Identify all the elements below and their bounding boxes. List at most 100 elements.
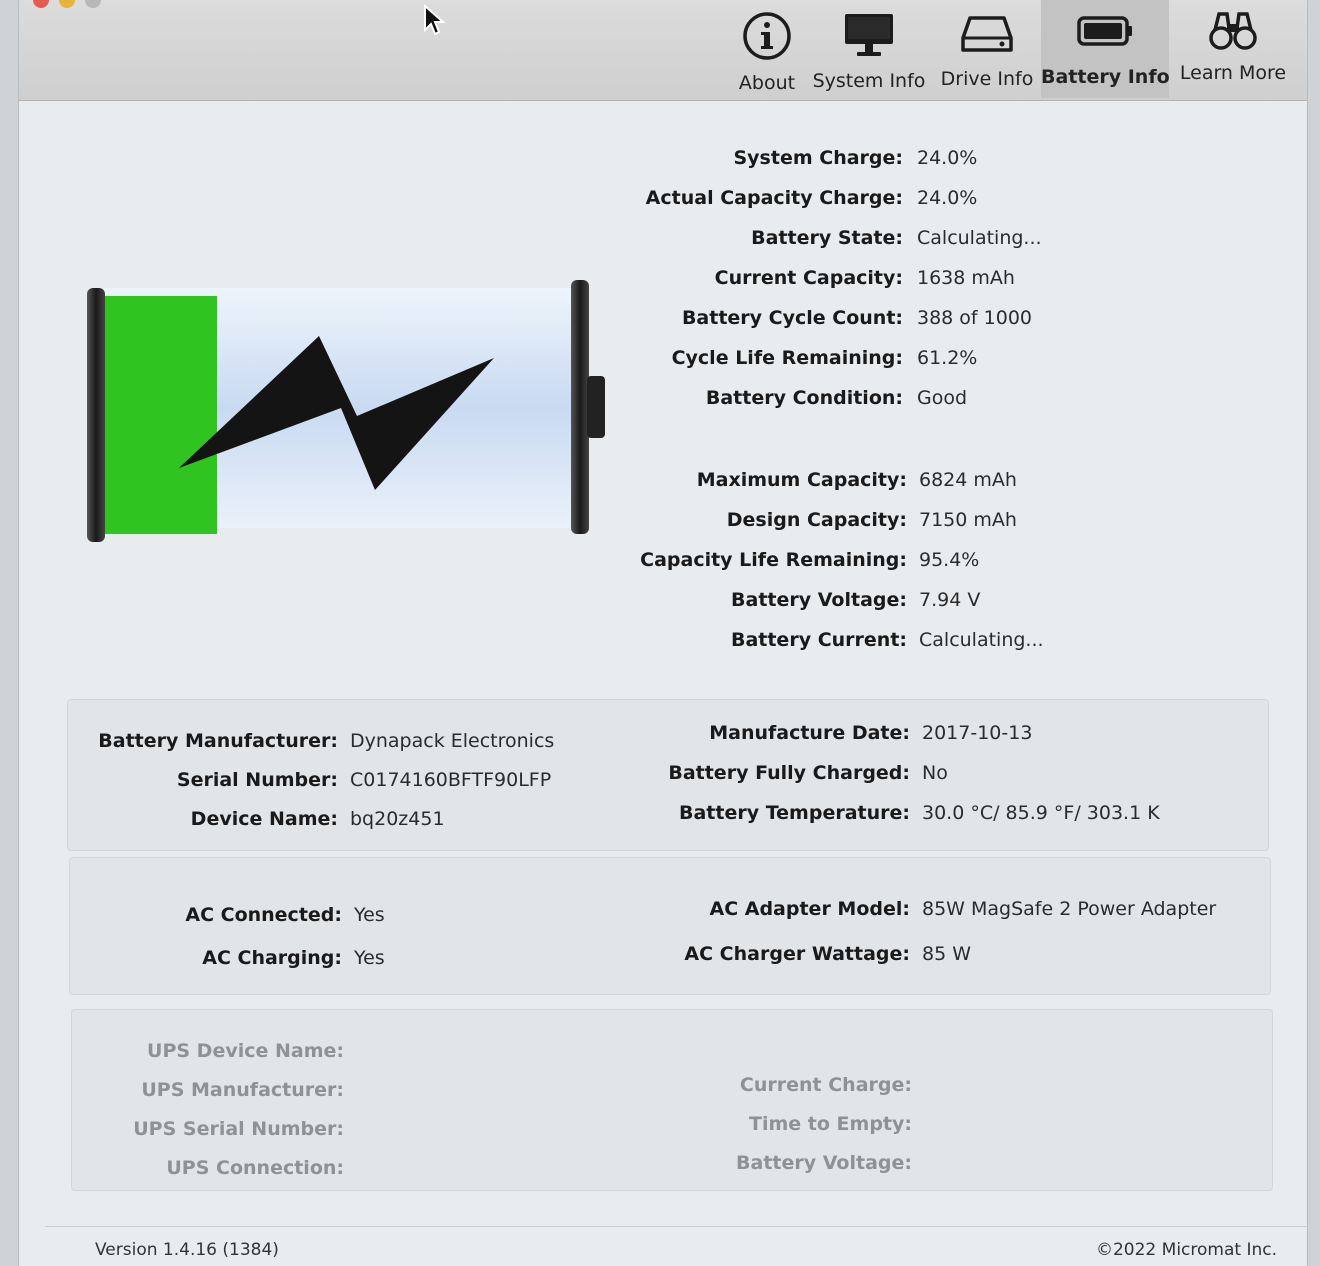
toolbar-learn-more-button[interactable]: Learn More xyxy=(1173,0,1293,98)
field-label: System Charge: xyxy=(733,147,903,169)
battery-icon xyxy=(1077,16,1132,46)
info-row-capacity-capacity-life-remaining: Capacity Life Remaining: 95.4% xyxy=(19,549,979,573)
field-value: Calculating... xyxy=(919,629,1044,651)
field-label: Battery Current: xyxy=(730,629,907,651)
info-row-capacity-maximum-capacity: Maximum Capacity: 6824 mAh xyxy=(19,469,1017,493)
field-value: 24.0% xyxy=(917,187,978,209)
info-row-main-battery-condition: Battery Condition: Good xyxy=(19,387,967,411)
field-label: Time to Empty: xyxy=(749,1113,912,1135)
info-row-ups-current-charge: Current Charge: xyxy=(72,1074,912,1098)
field-value: 95.4% xyxy=(919,549,980,571)
toolbar-system-info-button[interactable]: System Info xyxy=(809,0,929,98)
toolbar-drive-info-label: Drive Info xyxy=(940,68,1034,90)
field-label: Battery Temperature: xyxy=(679,802,910,824)
field-label: Device Name: xyxy=(190,808,338,830)
toolbar-battery-info-label: Battery Info xyxy=(1041,66,1170,88)
binoculars-icon xyxy=(1209,12,1257,50)
field-value: Good xyxy=(917,387,968,409)
field-label: AC Charger Wattage: xyxy=(684,943,910,965)
toolbar-about-button[interactable]: About xyxy=(731,0,803,98)
version-label: Version 1.4.16 (1384) xyxy=(95,1240,279,1260)
field-label: Current Charge: xyxy=(739,1074,912,1096)
toolbar-system-info-label: System Info xyxy=(812,70,926,92)
footer-divider xyxy=(45,1226,1309,1227)
field-value: 388 of 1000 xyxy=(917,307,1033,329)
field-label: Design Capacity: xyxy=(726,509,907,531)
field-value: 61.2% xyxy=(917,347,978,369)
field-label: Battery Voltage: xyxy=(731,589,907,611)
battery-negative-cap xyxy=(87,288,105,542)
info-row-main-current-capacity: Current Capacity: 1638 mAh xyxy=(19,267,1015,291)
field-label: AC Adapter Model: xyxy=(709,898,910,920)
info-row-battery-battery-fully-charged: Battery Fully Charged: No xyxy=(68,762,948,786)
field-label: Cycle Life Remaining: xyxy=(671,347,903,369)
field-value: 30.0 °C/ 85.9 °F/ 303.1 K xyxy=(922,802,1160,824)
info-row-ac-ac-adapter-model: AC Adapter Model: 85W MagSafe 2 Power Ada… xyxy=(70,898,1216,922)
field-label: Battery Manufacturer: xyxy=(98,730,338,752)
zoom-window-button[interactable] xyxy=(85,0,101,8)
field-label: UPS Serial Number: xyxy=(133,1118,344,1140)
field-label: AC Connected: xyxy=(185,904,342,926)
field-label: Battery Cycle Count: xyxy=(681,307,903,329)
field-value: 2017-10-13 xyxy=(922,722,1033,744)
info-row-ups-time-to-empty: Time to Empty: xyxy=(72,1113,912,1137)
close-window-button[interactable] xyxy=(33,0,49,8)
info-row-battery-manufacture-date: Manufacture Date: 2017-10-13 xyxy=(68,722,1032,746)
toolbar-battery-info-button[interactable]: Battery Info xyxy=(1041,0,1170,98)
field-value: bq20z451 xyxy=(350,808,445,830)
field-label: Manufacture Date: xyxy=(709,722,910,744)
minimize-window-button[interactable] xyxy=(59,0,75,8)
info-row-capacity-battery-current: Battery Current: Calculating... xyxy=(19,629,1044,653)
field-label: UPS Manufacturer: xyxy=(141,1079,344,1101)
field-label: Current Capacity: xyxy=(714,267,903,289)
field-value: 85 W xyxy=(922,943,972,965)
field-value: No xyxy=(922,762,948,784)
copyright-label: ©2022 Micromat Inc. xyxy=(1095,1240,1277,1260)
field-label: UPS Device Name: xyxy=(147,1040,344,1062)
field-value: 85W MagSafe 2 Power Adapter xyxy=(922,898,1217,920)
info-row-main-cycle-life-remaining: Cycle Life Remaining: 61.2% xyxy=(19,347,978,371)
field-label: Serial Number: xyxy=(176,769,338,791)
toolbar-about-label: About xyxy=(738,72,796,94)
field-label: Battery Voltage: xyxy=(736,1152,912,1174)
info-icon xyxy=(743,12,791,60)
info-row-main-actual-capacity-charge: Actual Capacity Charge: 24.0% xyxy=(19,187,978,211)
info-row-capacity-battery-voltage: Battery Voltage: 7.94 V xyxy=(19,589,980,613)
field-value: 1638 mAh xyxy=(917,267,1015,289)
battery-charge-fill xyxy=(105,296,217,534)
mouse-cursor-icon xyxy=(424,4,446,36)
field-value: 7150 mAh xyxy=(919,509,1017,531)
field-label: Battery Fully Charged: xyxy=(668,762,910,784)
field-value: 24.0% xyxy=(917,147,978,169)
ups-panel: UPS Device Name: UPS Manufacturer: UPS Ser… xyxy=(71,1009,1273,1191)
field-label: Battery State: xyxy=(751,227,903,249)
field-label: AC Charging: xyxy=(202,947,342,969)
battery-info-content: System Charge: 24.0% Actual Capacity Charg… xyxy=(19,101,1307,1266)
toolbar-drive-info-button[interactable]: Drive Info xyxy=(937,0,1037,98)
info-row-main-battery-state: Battery State: Calculating... xyxy=(19,227,1041,251)
field-label: Actual Capacity Charge: xyxy=(645,187,903,209)
ac-power-panel: AC Connected: Yes AC Charging: Yes AC Adapt… xyxy=(69,857,1271,995)
info-row-battery-battery-temperature: Battery Temperature: 30.0 °C/ 85.9 °F/ 30… xyxy=(68,802,1160,826)
field-label: Maximum Capacity: xyxy=(696,469,907,491)
field-label: Capacity Life Remaining: xyxy=(640,549,907,571)
info-row-ups-ups-device-name: UPS Device Name: xyxy=(72,1040,344,1064)
field-value: Yes xyxy=(354,947,385,969)
monitor-icon xyxy=(845,14,893,56)
info-row-main-system-charge: System Charge: 24.0% xyxy=(19,147,977,171)
field-value: Calculating... xyxy=(917,227,1042,249)
toolbar: About System Info Drive Info Battery Inf… xyxy=(19,0,1307,101)
info-row-main-battery-cycle-count: Battery Cycle Count: 388 of 1000 xyxy=(19,307,1032,331)
app-window: About System Info Drive Info Battery Inf… xyxy=(18,0,1309,1266)
drive-icon xyxy=(961,16,1013,52)
toolbar-learn-more-label: Learn More xyxy=(1179,62,1287,84)
info-row-ups-battery-voltage: Battery Voltage: xyxy=(72,1152,912,1176)
field-value: Yes xyxy=(354,904,385,926)
field-value: 7.94 V xyxy=(919,589,981,611)
info-row-capacity-design-capacity: Design Capacity: 7150 mAh xyxy=(19,509,1017,533)
info-row-ac-ac-charger-wattage: AC Charger Wattage: 85 W xyxy=(70,943,971,967)
field-label: Battery Condition: xyxy=(705,387,903,409)
field-label: UPS Connection: xyxy=(166,1157,344,1179)
field-value: 6824 mAh xyxy=(919,469,1017,491)
battery-details-panel: Battery Manufacturer: Dynapack Electronic… xyxy=(67,699,1269,851)
